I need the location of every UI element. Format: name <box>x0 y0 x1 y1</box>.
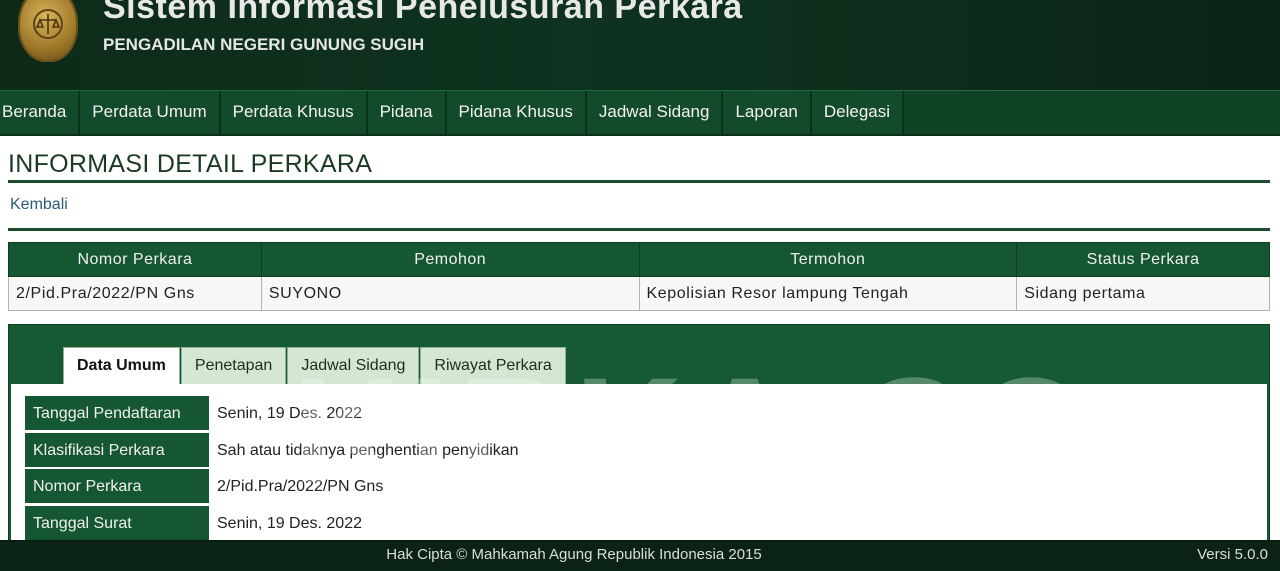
scales-emblem-icon <box>33 9 63 39</box>
tab-penetapan[interactable]: Penetapan <box>180 347 287 384</box>
nav-item-perdata-umum[interactable]: Perdata Umum <box>80 91 221 135</box>
cell-status-perkara: Sidang pertama <box>1016 276 1270 311</box>
nav-item-perdata-khusus[interactable]: Perdata Khusus <box>221 91 368 135</box>
column-header-status-perkara: Status Perkara <box>1016 242 1270 277</box>
detail-value: Senin, 19 Des. 2022 <box>217 405 362 422</box>
site-title: Sistem Informasi Penelusuran Perkara <box>103 0 743 26</box>
nav-item-delegasi[interactable]: Delegasi <box>812 91 905 135</box>
nav-item-beranda[interactable]: Beranda <box>0 91 81 135</box>
detail-value: 2/Pid.Pra/2022/PN Gns <box>217 478 384 495</box>
column-header-termohon: Termohon <box>638 242 1018 277</box>
detail-tabs: Data Umum Penetapan Jadwal Sidang Riwaya… <box>63 347 567 384</box>
detail-row: Nomor Perkara 2/Pid.Pra/2022/PN Gns <box>25 469 519 506</box>
cell-termohon: Kepolisian Resor lampung Tengah <box>638 276 1018 311</box>
table-header-row: Nomor Perkara Pemohon Termohon Status Pe… <box>8 242 1270 277</box>
site-header: Sistem Informasi Penelusuran Perkara PEN… <box>0 0 1280 90</box>
page: Sistem Informasi Penelusuran Perkara PEN… <box>0 0 1280 571</box>
nav-item-laporan[interactable]: Laporan <box>723 91 812 135</box>
nav-filler <box>904 91 1280 134</box>
tab-riwayat-perkara[interactable]: Riwayat Perkara <box>420 347 566 384</box>
detail-label: Klasifikasi Perkara <box>25 432 209 468</box>
detail-value: Senin, 19 Des. 2022 <box>217 514 362 532</box>
column-header-pemohon: Pemohon <box>260 242 640 277</box>
footer-version: Versi 5.0.0 <box>1197 546 1268 563</box>
main-content: INFORMASI DETAIL PERKARA Kembali Nomor P… <box>0 136 1280 554</box>
footer-copyright: Hak Cipta © Mahkamah Agung Republik Indo… <box>386 546 762 563</box>
nav-item-pidana[interactable]: Pidana <box>368 91 447 135</box>
back-link[interactable]: Kembali <box>10 196 68 214</box>
page-title: INFORMASI DETAIL PERKARA <box>8 150 373 178</box>
detail-label: Nomor Perkara <box>25 469 209 504</box>
detail-list: Tanggal Pendaftaran Senin, 19 Des. 2022 … <box>25 396 519 542</box>
title-divider <box>8 180 1270 183</box>
detail-row: Tanggal Pendaftaran Senin, 19 Des. 2022 <box>25 396 519 433</box>
detail-row: Klasifikasi Perkara Sah atau tidaknya pe… <box>25 432 519 470</box>
detail-value: Sah atau tidaknya penghentian penyidikan <box>217 441 519 459</box>
court-name: PENGADILAN NEGERI GUNUNG SUGIH <box>103 35 425 54</box>
detail-label: Tanggal Pendaftaran <box>25 396 209 431</box>
nav-item-pidana-khusus[interactable]: Pidana Khusus <box>447 91 587 135</box>
detail-label: Tanggal Surat <box>25 505 209 541</box>
site-footer: Hak Cipta © Mahkamah Agung Republik Indo… <box>0 540 1280 571</box>
tab-data-umum[interactable]: Data Umum <box>63 347 180 384</box>
case-summary-table: Nomor Perkara Pemohon Termohon Status Pe… <box>8 242 1270 311</box>
cell-nomor-perkara: 2/Pid.Pra/2022/PN Gns <box>8 276 262 311</box>
tab-jadwal-sidang[interactable]: Jadwal Sidang <box>287 347 420 384</box>
nav-item-jadwal-sidang[interactable]: Jadwal Sidang <box>587 91 724 135</box>
main-nav: Beranda Perdata Umum Perdata Khusus Pida… <box>0 90 1280 136</box>
back-divider <box>8 228 1270 231</box>
cell-pemohon: SUYONO <box>260 276 640 311</box>
column-header-nomor-perkara: Nomor Perkara <box>8 242 262 277</box>
tab-content: Tanggal Pendaftaran Senin, 19 Des. 2022 … <box>11 384 1267 554</box>
court-logo-icon <box>18 0 78 62</box>
table-row: 2/Pid.Pra/2022/PN Gns SUYONO Kepolisian … <box>8 276 1270 311</box>
detail-panel: Data Umum Penetapan Jadwal Sidang Riwaya… <box>8 324 1270 554</box>
detail-row: Tanggal Surat Senin, 19 Des. 2022 <box>25 505 519 543</box>
